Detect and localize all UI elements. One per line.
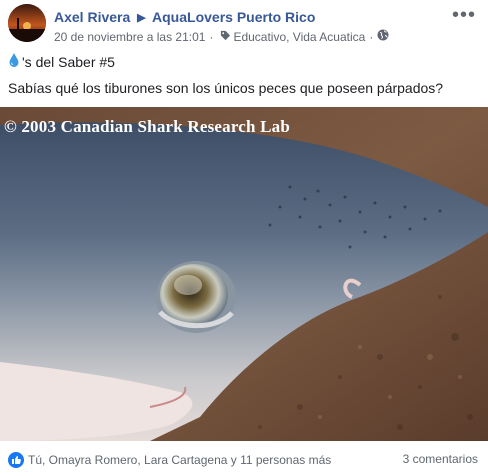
post-body: Sabías qué los tiburones son los únicos … bbox=[8, 80, 444, 96]
tag-icon bbox=[220, 30, 231, 44]
more-options-icon[interactable]: ••• bbox=[452, 4, 476, 27]
post-footer: Tú, Omayra Romero, Lara Cartagena y 11 p… bbox=[0, 441, 488, 476]
globe-icon[interactable] bbox=[377, 29, 389, 44]
timestamp[interactable]: 20 de noviembre a las 21:01 bbox=[54, 30, 205, 44]
post-meta: 20 de noviembre a las 21:01 · Educativo,… bbox=[54, 29, 389, 44]
water-drop-icon bbox=[8, 52, 20, 71]
post: Axel Rivera ▶ AquaLovers Puerto Rico 20 … bbox=[0, 0, 488, 476]
post-header: Axel Rivera ▶ AquaLovers Puerto Rico bbox=[54, 9, 315, 25]
like-icon bbox=[8, 452, 24, 468]
separator: · bbox=[369, 29, 374, 44]
post-title: 's del Saber #5 bbox=[8, 52, 115, 71]
author-name[interactable]: Axel Rivera bbox=[54, 9, 130, 25]
topic-tags[interactable]: Educativo, Vida Acuatica bbox=[233, 30, 365, 44]
avatar[interactable] bbox=[8, 4, 46, 42]
reactions-summary[interactable]: Tú, Omayra Romero, Lara Cartagena y 11 p… bbox=[8, 452, 331, 468]
post-title-text: 's del Saber #5 bbox=[22, 53, 115, 70]
group-name[interactable]: AquaLovers Puerto Rico bbox=[152, 9, 315, 25]
reactions-text[interactable]: Tú, Omayra Romero, Lara Cartagena y 11 p… bbox=[28, 453, 331, 467]
comments-count[interactable]: 3 comentarios bbox=[403, 452, 478, 466]
arrow-right-icon: ▶ bbox=[137, 12, 146, 24]
separator: · bbox=[209, 29, 214, 44]
photo-watermark: © 2003 Canadian Shark Research Lab bbox=[4, 117, 291, 136]
post-photo[interactable]: © 2003 Canadian Shark Research Lab bbox=[0, 107, 488, 441]
